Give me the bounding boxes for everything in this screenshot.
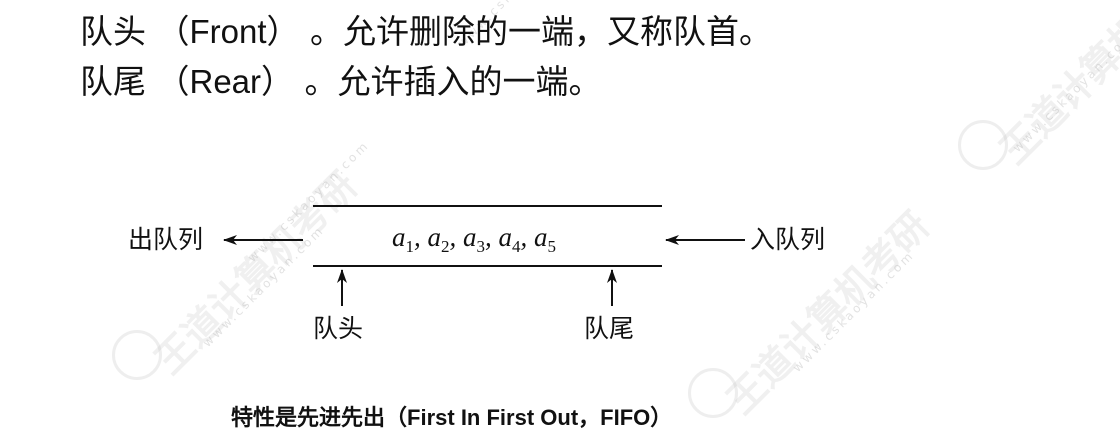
queue-element-separator: , bbox=[485, 222, 499, 252]
fifo-caption: 特性是先进先出（First In First Out，FIFO） bbox=[231, 405, 673, 431]
queue-element-separator: , bbox=[450, 222, 464, 252]
queue-element-separator: , bbox=[414, 222, 428, 252]
queue-element-subscript: 5 bbox=[548, 237, 557, 256]
front-label: 队头 bbox=[313, 314, 363, 343]
queue-element-var: a bbox=[499, 222, 513, 252]
queue-element-var: a bbox=[534, 222, 548, 252]
queue-elements: a1, a2, a3, a4, a5 bbox=[392, 222, 556, 256]
queue-element-subscript: 3 bbox=[477, 237, 486, 256]
queue-element-var: a bbox=[463, 222, 477, 252]
queue-diagram: a1, a2, a3, a4, a5 出队列 入队列 队头 队尾 bbox=[128, 205, 825, 343]
fifo-caption-en: First In First Out bbox=[407, 405, 579, 430]
fifo-caption-abbr: FIFO bbox=[600, 405, 651, 430]
queue-element-var: a bbox=[392, 222, 406, 252]
enqueue-label: 入队列 bbox=[750, 225, 825, 254]
rear-label: 队尾 bbox=[584, 314, 634, 343]
queue-element-subscript: 1 bbox=[406, 237, 415, 256]
queue-element-var: a bbox=[428, 222, 442, 252]
fifo-caption-cn: 特性是先进先出 bbox=[231, 406, 386, 431]
dequeue-label: 出队列 bbox=[128, 225, 203, 254]
queue-element-subscript: 2 bbox=[441, 237, 450, 256]
queue-element-separator: , bbox=[521, 222, 535, 252]
